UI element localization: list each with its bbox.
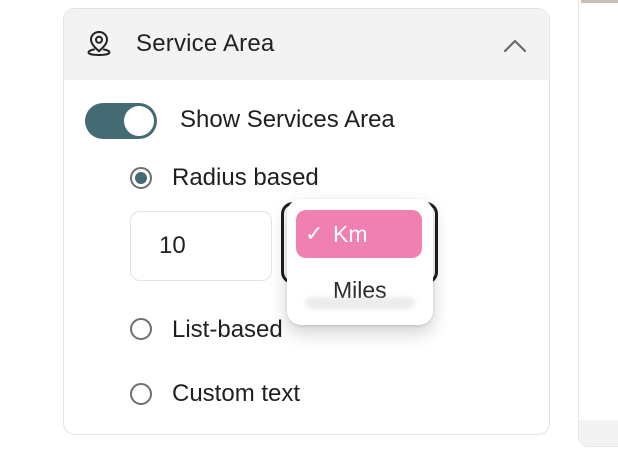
list-based-radio[interactable]	[130, 318, 152, 340]
adjacent-panel	[578, 0, 618, 447]
radius-based-radio[interactable]	[130, 167, 152, 189]
checkmark-icon: ✓	[305, 221, 324, 246]
toggle-label: Show Services Area	[180, 106, 395, 133]
show-service-area-toggle[interactable]	[85, 103, 157, 139]
location-pin-icon	[87, 30, 111, 57]
unit-option-km-label: Km	[333, 221, 368, 247]
chevron-up-icon[interactable]	[500, 34, 530, 58]
section-title: Service Area	[136, 30, 275, 57]
page: Service Area Show Services Area Radius b…	[0, 0, 618, 450]
radius-value-input[interactable]	[130, 211, 272, 281]
section-header[interactable]: Service Area	[64, 9, 549, 80]
unit-option-km[interactable]: ✓ Km	[296, 210, 422, 258]
custom-text-label: Custom text	[172, 380, 301, 407]
radius-based-label: Radius based	[172, 164, 319, 191]
panel-footer	[579, 420, 618, 446]
service-area-card: Service Area Show Services Area Radius b…	[63, 8, 550, 435]
list-based-label: List-based	[172, 316, 283, 343]
unit-dropdown-menu: ✓ Km Miles	[287, 199, 433, 325]
custom-text-radio[interactable]	[130, 383, 152, 405]
panel-thumbnail	[581, 0, 618, 3]
scroll-fade	[305, 297, 415, 309]
toggle-knob	[124, 106, 154, 136]
